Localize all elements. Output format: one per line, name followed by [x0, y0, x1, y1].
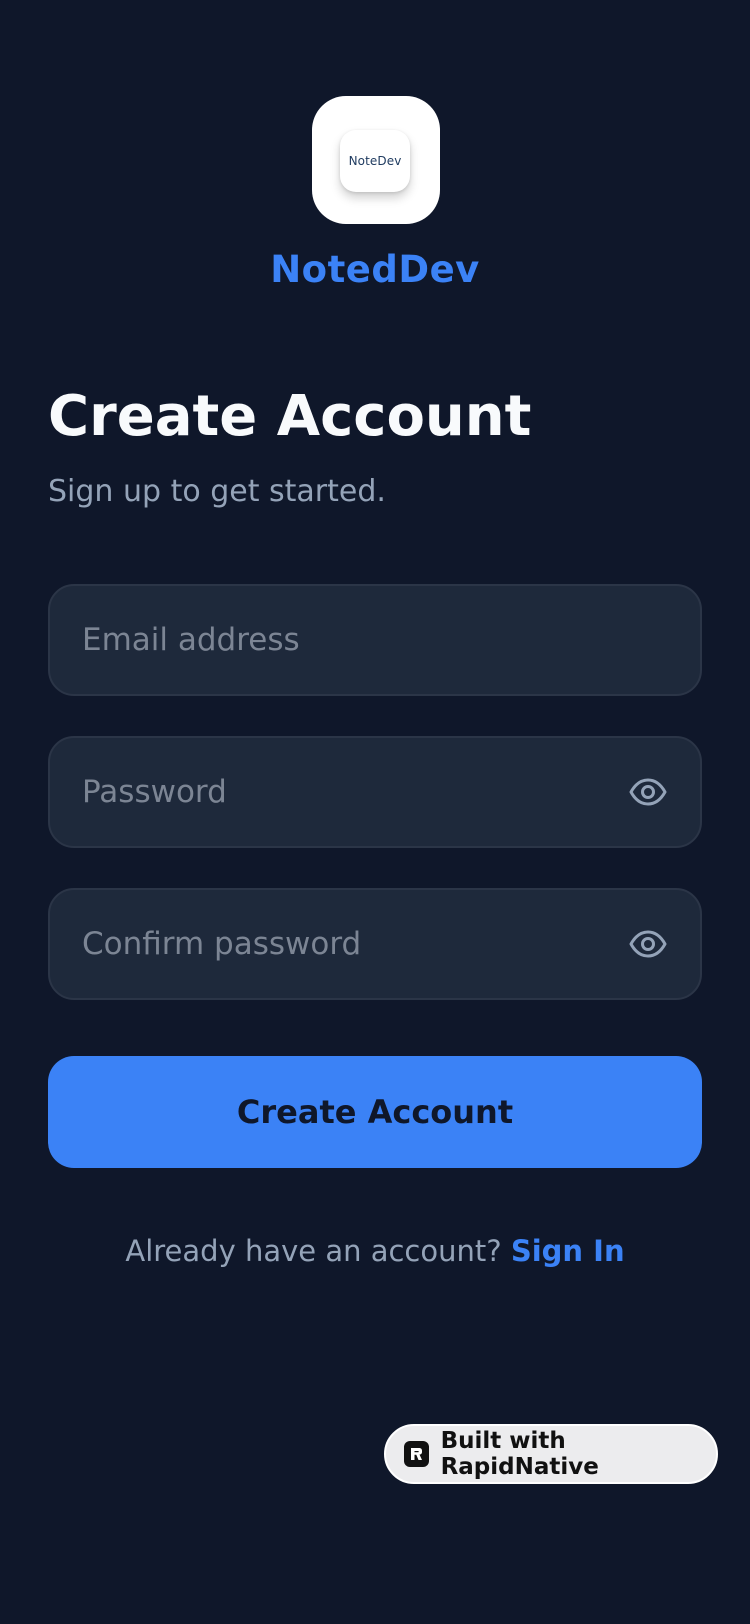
confirm-password-input[interactable] — [82, 890, 622, 998]
email-input[interactable] — [82, 586, 622, 694]
sign-in-link[interactable]: Sign In — [511, 1234, 625, 1268]
eye-icon[interactable] — [628, 774, 668, 810]
password-field[interactable] — [48, 736, 702, 848]
brand-name: NotedDev — [270, 248, 480, 291]
eye-icon-graphic — [629, 930, 667, 958]
password-input[interactable] — [82, 738, 622, 846]
rapidnative-logo-icon — [404, 1441, 429, 1467]
signin-prompt-text: Already have an account? — [125, 1234, 511, 1268]
signup-screen: NoteDev NotedDev Create Account Sign up … — [0, 0, 750, 1624]
signin-prompt-row: Already have an account? Sign In — [0, 1234, 750, 1268]
confirm-password-field[interactable] — [48, 888, 702, 1000]
create-account-button[interactable]: Create Account — [48, 1056, 702, 1168]
eye-icon[interactable] — [628, 926, 668, 962]
rapidnative-logo-graphic — [411, 1448, 423, 1460]
eye-icon-graphic — [629, 778, 667, 806]
email-field[interactable] — [48, 584, 702, 696]
page-subtitle: Sign up to get started. — [48, 474, 386, 509]
built-with-badge[interactable]: Built with RapidNative — [384, 1424, 718, 1484]
app-logo-text: NoteDev — [348, 154, 402, 168]
app-logo: NoteDev — [312, 96, 440, 224]
built-with-badge-label: Built with RapidNative — [440, 1428, 599, 1480]
app-logo-card: NoteDev — [340, 130, 410, 192]
create-account-button-label: Create Account — [236, 1093, 514, 1131]
page-title: Create Account — [48, 384, 532, 449]
